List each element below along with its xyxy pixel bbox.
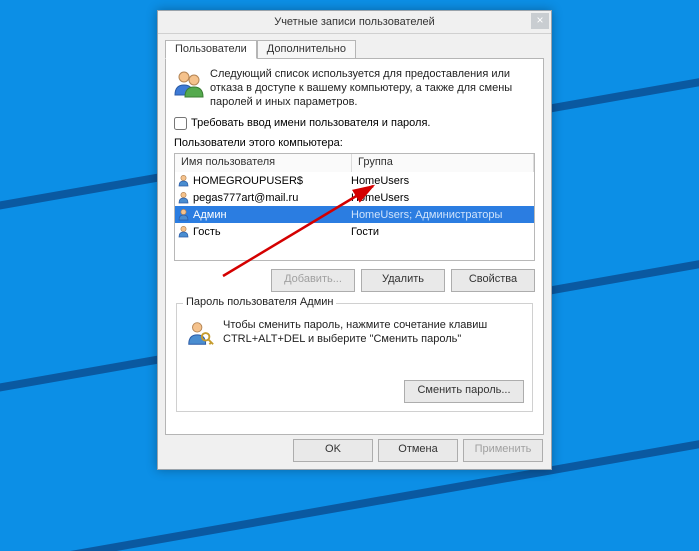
user-icon	[175, 174, 191, 187]
key-user-icon	[185, 318, 215, 348]
users-icon	[172, 67, 204, 99]
titlebar[interactable]: Учетные записи пользователей ×	[158, 11, 551, 34]
users-listbox[interactable]: Имя пользователя Группа HOMEGROUPUSER$Ho…	[174, 153, 535, 261]
window-title: Учетные записи пользователей	[274, 16, 435, 28]
groupbox-title: Пароль пользователя Админ	[183, 296, 336, 308]
user-icon	[175, 225, 191, 238]
password-groupbox: Пароль пользователя Админ Чтобы сменить …	[176, 303, 533, 412]
ok-button[interactable]: OK	[293, 439, 373, 462]
desktop-background: Учетные записи пользователей × Пользоват…	[0, 0, 699, 551]
cell-name: HOMEGROUPUSER$	[191, 175, 347, 187]
tab-strip: ПользователиДополнительно	[165, 40, 356, 59]
password-instruction: Чтобы сменить пароль, нажмите сочетание …	[223, 318, 522, 346]
user-icon	[175, 208, 191, 221]
apply-button[interactable]: Применить	[463, 439, 543, 462]
add-button[interactable]: Добавить...	[271, 269, 355, 292]
user-accounts-window: Учетные записи пользователей × Пользоват…	[157, 10, 552, 470]
remove-button[interactable]: Удалить	[361, 269, 445, 292]
cell-name: Гость	[191, 226, 347, 238]
table-row[interactable]: АдминHomeUsers; Администраторы	[175, 206, 534, 223]
tab-advanced[interactable]: Дополнительно	[257, 40, 356, 58]
close-icon: ×	[536, 13, 543, 27]
table-row[interactable]: HOMEGROUPUSER$HomeUsers	[175, 172, 534, 189]
close-button[interactable]: ×	[531, 13, 549, 29]
dialog-buttons: OK Отмена Применить	[293, 439, 543, 462]
change-password-button[interactable]: Сменить пароль...	[404, 380, 524, 403]
cell-group: Гости	[347, 226, 534, 238]
tab-users[interactable]: Пользователи	[165, 40, 257, 59]
user-icon	[175, 191, 191, 204]
require-login-checkbox-row[interactable]: Требовать ввод имени пользователя и паро…	[174, 115, 533, 131]
cell-name: Админ	[191, 209, 347, 221]
cell-group: HomeUsers	[347, 175, 534, 187]
users-list-label: Пользователи этого компьютера:	[174, 137, 343, 149]
cell-group: HomeUsers; Администраторы	[347, 209, 534, 221]
cell-group: HomeUsers	[347, 192, 534, 204]
table-row[interactable]: pegas777art@mail.ruHomeUsers	[175, 189, 534, 206]
list-header[interactable]: Имя пользователя Группа	[175, 154, 534, 172]
tab-panel: Следующий список используется для предос…	[165, 58, 544, 435]
require-login-label: Требовать ввод имени пользователя и паро…	[191, 117, 430, 129]
column-name[interactable]: Имя пользователя	[175, 154, 352, 172]
cancel-button[interactable]: Отмена	[378, 439, 458, 462]
table-row[interactable]: ГостьГости	[175, 223, 534, 240]
require-login-checkbox[interactable]	[174, 117, 187, 130]
column-group[interactable]: Группа	[352, 154, 534, 172]
list-buttons: Добавить... Удалить Свойства	[271, 269, 535, 292]
intro-text: Следующий список используется для предос…	[210, 67, 533, 109]
properties-button[interactable]: Свойства	[451, 269, 535, 292]
cell-name: pegas777art@mail.ru	[191, 192, 347, 204]
